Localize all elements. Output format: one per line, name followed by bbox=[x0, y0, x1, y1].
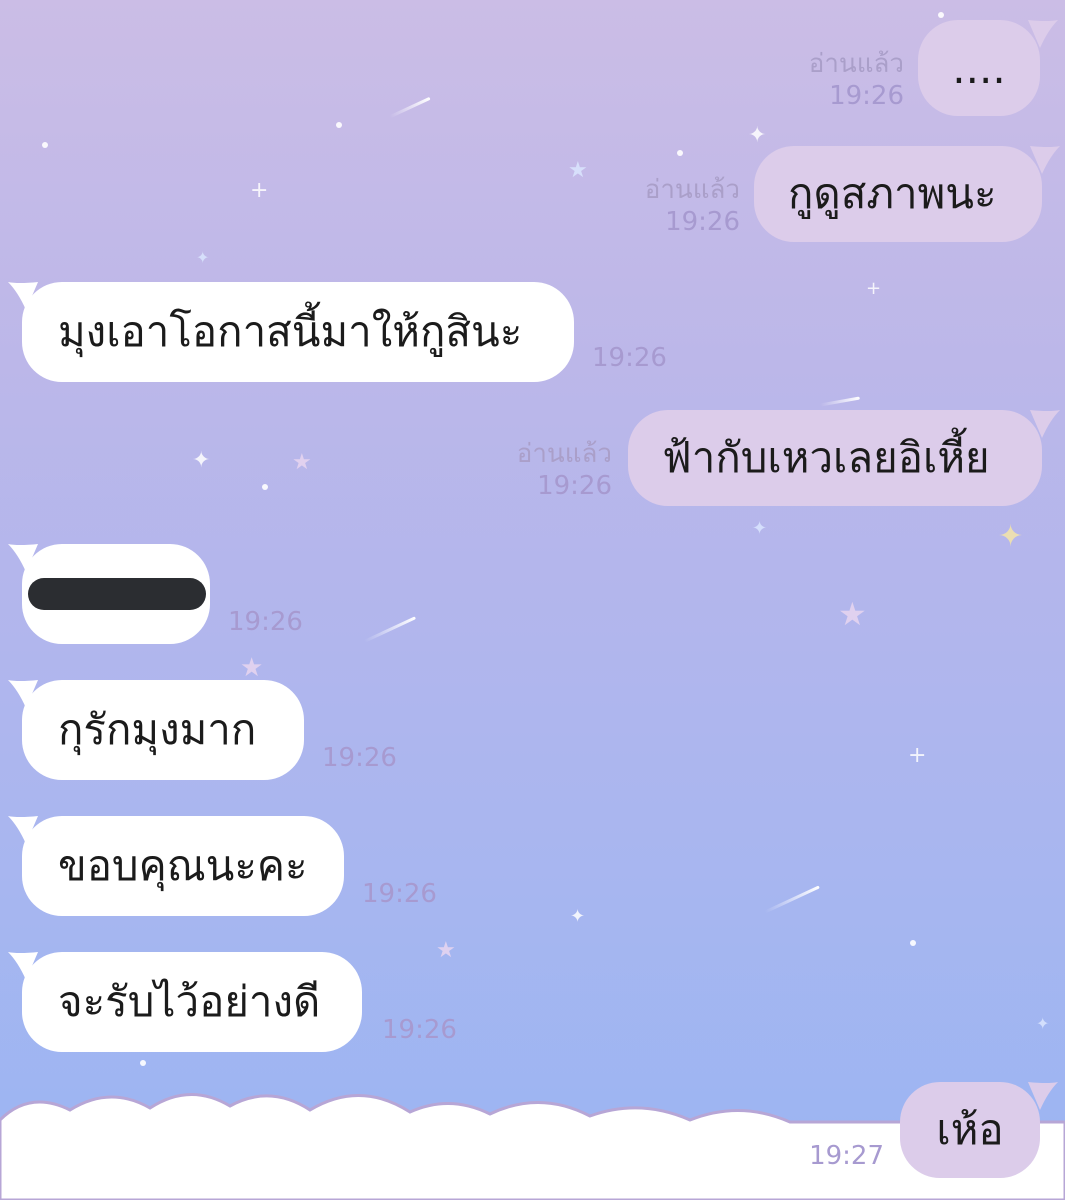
star-icon: ★ bbox=[568, 158, 588, 183]
message-time: 19:27 bbox=[809, 1141, 884, 1171]
message-text: กุรักมุงมาก bbox=[58, 705, 257, 754]
message-text: ขอบคุณนะคะ bbox=[58, 841, 308, 890]
sparkle-icon: + bbox=[250, 178, 269, 203]
redacted-text bbox=[28, 578, 206, 610]
message-bubble-incoming[interactable] bbox=[22, 544, 210, 644]
message-meta: 19:26 bbox=[382, 1014, 457, 1046]
sparkle-icon: ✦ bbox=[1036, 1014, 1050, 1033]
message-meta: 19:26 bbox=[592, 342, 667, 374]
sparkle-icon: ✦ bbox=[192, 448, 211, 473]
message-time: 19:26 bbox=[322, 743, 397, 773]
read-receipt: อ่านแล้ว bbox=[808, 49, 904, 79]
sparkle-icon: ✦ bbox=[748, 123, 767, 148]
star-dot bbox=[262, 484, 268, 490]
star-dot bbox=[42, 142, 48, 148]
sparkle-icon: ✦ bbox=[196, 248, 210, 267]
message-bubble-incoming[interactable]: ขอบคุณนะคะ bbox=[22, 816, 344, 916]
message-text: เห้อ bbox=[936, 1105, 1004, 1154]
message-bubble-outgoing[interactable]: ฟ้ากับเหวเลยอิเหี้ย bbox=[628, 410, 1042, 506]
message-bubble-incoming[interactable]: จะรับไว้อย่างดี bbox=[22, 952, 362, 1052]
message-time: 19:26 bbox=[537, 471, 612, 501]
message-time: 19:26 bbox=[362, 879, 437, 909]
message-meta: อ่านแล้ว 19:26 bbox=[468, 438, 612, 502]
star-icon: ★ bbox=[292, 450, 312, 475]
message-bubble-incoming[interactable]: มุงเอาโอกาสนี้มาให้กูสินะ bbox=[22, 282, 574, 382]
shooting-star bbox=[389, 96, 431, 119]
star-dot bbox=[140, 1060, 146, 1066]
star-dot bbox=[938, 12, 944, 18]
star-icon: ★ bbox=[240, 653, 264, 683]
message-time: 19:26 bbox=[592, 343, 667, 373]
message-text: กูดูสภาพนะ bbox=[788, 169, 997, 218]
message-time: 19:26 bbox=[382, 1015, 457, 1045]
shooting-star bbox=[820, 396, 860, 407]
message-text: จะรับไว้อย่างดี bbox=[58, 977, 321, 1026]
message-meta: 19:26 bbox=[322, 742, 397, 774]
message-text: .... bbox=[952, 43, 1006, 93]
message-meta: 19:26 bbox=[362, 878, 437, 910]
star-dot bbox=[910, 940, 916, 946]
message-bubble-outgoing[interactable]: เห้อ bbox=[900, 1082, 1040, 1178]
shooting-star bbox=[764, 885, 820, 914]
message-meta: 19:26 bbox=[228, 606, 303, 638]
message-time: 19:26 bbox=[665, 207, 740, 237]
sparkle-icon: ✦ bbox=[998, 519, 1024, 554]
message-bubble-incoming[interactable]: กุรักมุงมาก bbox=[22, 680, 304, 780]
bubble-tail bbox=[1028, 1082, 1058, 1110]
sparkle-icon: + bbox=[866, 278, 882, 299]
message-meta: อ่านแล้ว 19:26 bbox=[760, 48, 904, 112]
sparkle-icon: + bbox=[908, 743, 927, 768]
message-bubble-outgoing[interactable]: กูดูสภาพนะ bbox=[754, 146, 1042, 242]
bubble-tail bbox=[1030, 146, 1060, 174]
sparkle-icon: ✦ bbox=[570, 906, 586, 927]
message-meta: อ่านแล้ว 19:26 bbox=[596, 174, 740, 238]
message-time: 19:26 bbox=[228, 607, 303, 637]
read-receipt: อ่านแล้ว bbox=[644, 175, 740, 205]
message-text: ฟ้ากับเหวเลยอิเหี้ย bbox=[662, 433, 990, 482]
shooting-star bbox=[363, 616, 417, 643]
read-receipt: อ่านแล้ว bbox=[516, 439, 612, 469]
star-icon: ★ bbox=[838, 595, 867, 633]
message-meta: 19:27 bbox=[740, 1140, 884, 1172]
star-icon: ★ bbox=[436, 938, 456, 963]
message-text: มุงเอาโอกาสนี้มาให้กูสินะ bbox=[58, 307, 523, 356]
bubble-tail bbox=[1030, 410, 1060, 438]
bubble-tail bbox=[1028, 20, 1058, 48]
star-dot bbox=[336, 122, 342, 128]
star-dot bbox=[677, 150, 683, 156]
message-time: 19:26 bbox=[829, 81, 904, 111]
message-bubble-outgoing[interactable]: .... bbox=[918, 20, 1040, 116]
sparkle-icon: ✦ bbox=[752, 518, 768, 539]
